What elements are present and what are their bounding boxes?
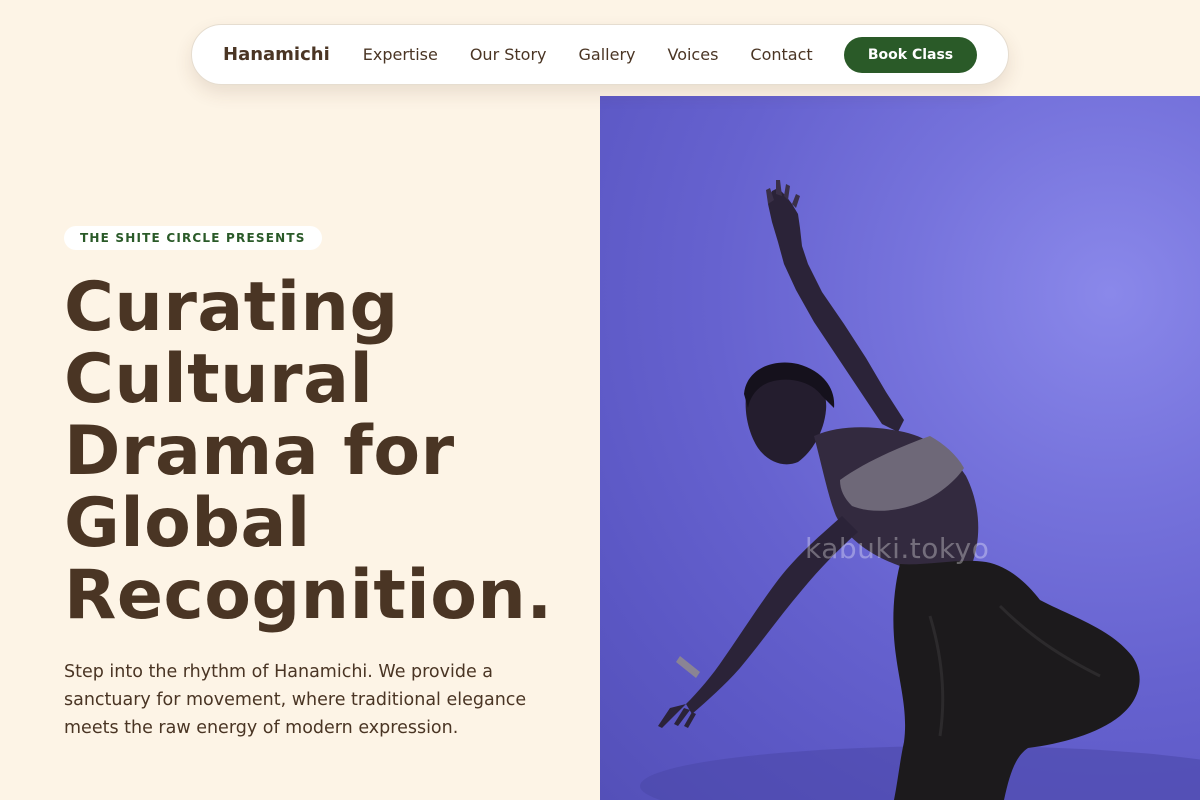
nav-link-voices[interactable]: Voices xyxy=(667,45,718,64)
headline-line: Global xyxy=(64,484,311,563)
watermark-text: kabuki.tokyo xyxy=(805,532,990,565)
bracelet xyxy=(676,656,700,678)
hero-dancer-photo: kabuki.tokyo xyxy=(600,96,1200,800)
top-nav: Hanamichi Expertise Our Story Gallery Vo… xyxy=(191,24,1009,85)
headline-line: Cultural xyxy=(64,340,374,419)
dancer-silhouette xyxy=(640,180,1200,800)
page: Hanamichi Expertise Our Story Gallery Vo… xyxy=(0,0,1200,800)
headline-line: Drama for xyxy=(64,412,455,491)
book-class-button[interactable]: Book Class xyxy=(844,36,977,73)
nav-link-our-story[interactable]: Our Story xyxy=(470,45,547,64)
nav-links: Expertise Our Story Gallery Voices Conta… xyxy=(363,45,813,64)
headline-line: Recognition. xyxy=(64,556,553,635)
hero-description: Step into the rhythm of Hanamichi. We pr… xyxy=(64,662,527,738)
eyebrow-badge: THE SHITE CIRCLE PRESENTS xyxy=(64,226,322,250)
nav-link-contact[interactable]: Contact xyxy=(750,45,812,64)
brand-logo[interactable]: Hanamichi xyxy=(223,44,330,65)
hero-headline: Curating Cultural Drama for Global Recog… xyxy=(64,272,594,632)
nav-link-gallery[interactable]: Gallery xyxy=(579,45,636,64)
nav-link-expertise[interactable]: Expertise xyxy=(363,45,438,64)
headline-line: Curating xyxy=(64,268,399,347)
